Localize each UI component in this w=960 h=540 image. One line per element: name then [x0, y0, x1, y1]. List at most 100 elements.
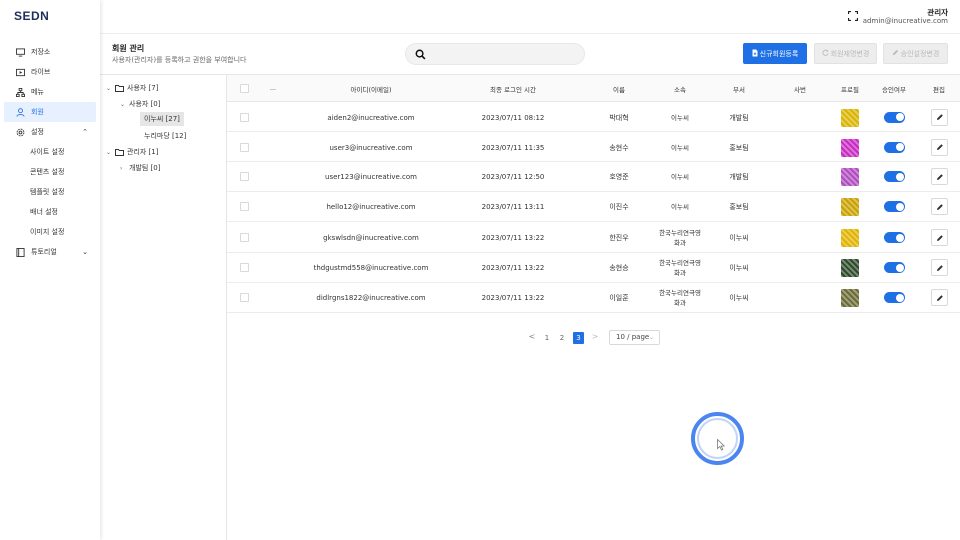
table-row[interactable]: thdgustmd558@inucreative.com 2023/07/11 …: [227, 253, 960, 283]
cell-org-line2: 화과: [674, 269, 686, 277]
column-approved: 승인여부: [882, 86, 906, 94]
approval-settings-label: 승인설정변경: [900, 49, 940, 58]
tree-node-label: 누리마당 [12]: [144, 132, 187, 140]
cell-org: 한국누리연극영: [659, 259, 701, 267]
profile-avatar[interactable]: [841, 198, 859, 216]
folder-icon: [115, 148, 124, 156]
tree-node-admins[interactable]: ⌄ 관리자 [1]: [106, 147, 158, 157]
sidebar-item-menu[interactable]: 메뉴: [4, 82, 96, 102]
row-checkbox[interactable]: [240, 202, 249, 211]
profile-avatar[interactable]: [841, 108, 859, 127]
chevron-down-icon[interactable]: ⌄: [106, 85, 115, 92]
reset-member-button[interactable]: 회원재명변경: [814, 43, 877, 64]
table-row[interactable]: gkswlsdn@inucreative.com 2023/07/11 13:2…: [227, 223, 960, 253]
edit-button[interactable]: [931, 168, 948, 185]
approval-toggle[interactable]: [884, 262, 905, 273]
cell-last-login: 2023/07/11 13:22: [481, 264, 545, 272]
row-checkbox[interactable]: [240, 233, 249, 242]
next-page-button[interactable]: >: [591, 331, 599, 343]
approval-toggle[interactable]: [884, 111, 905, 123]
cell-org: 이누씨: [671, 143, 689, 152]
register-member-button[interactable]: 신규회원등록: [743, 43, 807, 64]
profile-avatar[interactable]: [841, 289, 859, 307]
cell-name: 호영준: [609, 173, 629, 181]
tree-node-nuri[interactable]: 누리마당 [12]: [144, 131, 186, 141]
search-icon: [415, 49, 427, 61]
cell-last-login: 2023/07/11 13:11: [481, 203, 545, 211]
page-size-select[interactable]: 10 / page ⌄: [609, 330, 660, 345]
table-row[interactable]: didlrgns1822@inucreative.com 2023/07/11 …: [227, 283, 960, 313]
sidebar-subitem-banner[interactable]: 배너 설정: [4, 202, 96, 222]
edit-button[interactable]: [931, 138, 948, 156]
page-1-button[interactable]: 1: [543, 332, 551, 344]
sidebar-subitem-site[interactable]: 사이트 설정: [4, 142, 96, 162]
cell-last-login: 2023/07/11 12:50: [481, 173, 545, 181]
app-logo[interactable]: SEDN: [14, 9, 49, 23]
row-checkbox[interactable]: [240, 263, 249, 272]
edit-button[interactable]: [931, 229, 948, 246]
cell-dept: 이누씨: [729, 264, 749, 272]
chevron-down-icon: ⌄: [82, 248, 88, 256]
row-checkbox[interactable]: [240, 172, 249, 181]
pencil-icon: [936, 203, 943, 210]
profile-avatar[interactable]: [841, 229, 859, 247]
profile-avatar[interactable]: [841, 259, 859, 277]
table-row[interactable]: user123@inucreative.com 2023/07/11 12:50…: [227, 162, 960, 192]
approval-toggle[interactable]: [884, 171, 905, 182]
chevron-down-icon[interactable]: ⌄: [120, 101, 129, 108]
page-3-button[interactable]: 3: [573, 332, 584, 344]
chevron-right-icon[interactable]: ›: [120, 165, 129, 172]
approval-toggle[interactable]: [884, 232, 905, 243]
table-row[interactable]: hello12@inucreative.com 2023/07/11 13:11…: [227, 192, 960, 222]
page-description: 사용자(관리자)를 등록하고 권한을 부여합니다: [112, 56, 247, 64]
tree-node-inuc[interactable]: 이누씨 [27]: [140, 112, 184, 126]
sidebar-item-label: 저장소: [31, 48, 51, 56]
edit-button[interactable]: [931, 259, 948, 276]
edit-button[interactable]: [931, 108, 948, 126]
tree-node-devteam[interactable]: › 개발팀 [0]: [120, 163, 160, 173]
page-title: 회원 관리: [112, 44, 145, 53]
profile-avatar[interactable]: [841, 138, 859, 157]
video-icon: [15, 67, 25, 77]
chevron-down-icon[interactable]: ⌄: [106, 149, 115, 156]
profile-avatar[interactable]: [841, 168, 859, 186]
page-2-button[interactable]: 2: [558, 332, 566, 344]
approval-settings-button[interactable]: 승인설정변경: [883, 43, 948, 64]
sidebar-item-tutorial[interactable]: 튜토리얼 ⌄: [4, 242, 96, 262]
row-checkbox[interactable]: [240, 293, 249, 302]
table-row[interactable]: user3@inucreative.com 2023/07/11 11:35 송…: [227, 133, 960, 162]
sidebar-item-live[interactable]: 라이브: [4, 62, 96, 82]
fullscreen-icon[interactable]: [847, 10, 859, 22]
sidebar-subitem-template[interactable]: 템플릿 설정: [4, 182, 96, 202]
sidebar-item-members[interactable]: 회원: [4, 102, 96, 122]
sidebar-item-storage[interactable]: 저장소: [4, 42, 96, 62]
sidebar-subitem-image[interactable]: 이미지 설정: [4, 222, 96, 242]
chevron-down-icon: ⌄: [648, 334, 654, 341]
cell-name: 이일훈: [609, 294, 629, 302]
cell-last-login: 2023/07/11 11:35: [481, 143, 545, 152]
cell-id: hello12@inucreative.com: [326, 203, 416, 211]
mouse-pointer-icon: [717, 439, 725, 451]
column-org: 소속: [674, 86, 686, 94]
table-row[interactable]: aiden2@inucreative.com 2023/07/11 08:12 …: [227, 103, 960, 132]
column-more[interactable]: ...: [270, 84, 276, 92]
folder-icon: [115, 84, 124, 92]
select-all-checkbox[interactable]: [240, 84, 249, 93]
sidebar-subitem-content[interactable]: 콘텐츠 설정: [4, 162, 96, 182]
approval-toggle[interactable]: [884, 201, 905, 212]
cell-dept: 이누씨: [729, 234, 749, 242]
sidebar-item-settings[interactable]: 설정 ⌃: [4, 122, 96, 142]
sidebar-nav: 저장소 라이브 메뉴 회원 설정 ⌃ 사이트 설정 콘텐츠 설정 템플릿 설정 …: [4, 42, 96, 262]
approval-toggle[interactable]: [884, 292, 905, 303]
prev-page-button[interactable]: <: [528, 331, 536, 343]
tree-node-users[interactable]: ⌄ 사용자 [7]: [106, 83, 158, 93]
tree-node-users-sub[interactable]: ⌄ 사용자 [0]: [120, 99, 160, 109]
search-input[interactable]: [405, 43, 585, 65]
edit-button[interactable]: [931, 198, 948, 215]
approval-toggle[interactable]: [884, 141, 905, 153]
edit-button[interactable]: [931, 289, 948, 306]
cell-dept: 개발팀: [729, 113, 749, 122]
row-checkbox[interactable]: [240, 112, 249, 122]
row-checkbox[interactable]: [240, 142, 249, 152]
chevron-up-icon: ⌃: [82, 128, 88, 136]
